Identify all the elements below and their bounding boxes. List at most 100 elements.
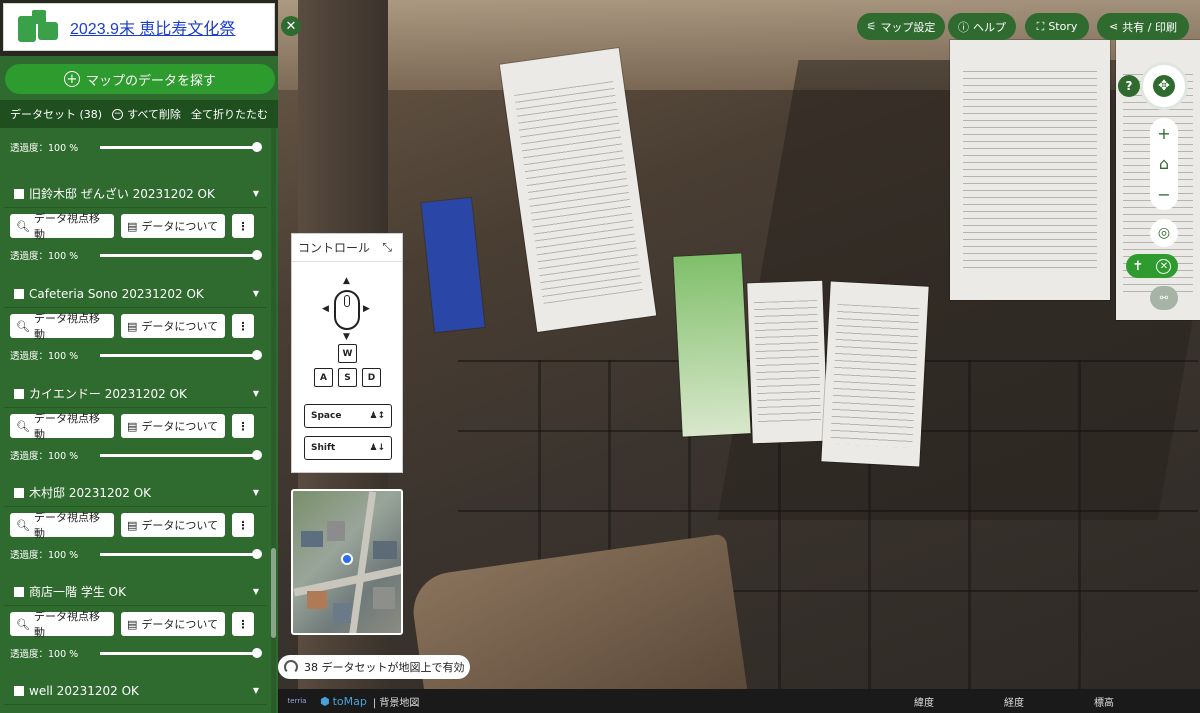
basemap-attribution[interactable]: | 背景地図 [373,694,420,709]
terria-logo[interactable]: terria [282,697,312,705]
dataset-visibility-checkbox[interactable] [14,388,24,399]
opacity-slider[interactable] [100,548,262,559]
compass-center[interactable]: ✥ [1153,75,1175,97]
chevron-down-icon[interactable]: ▼ [253,389,259,398]
chevron-down-icon[interactable]: ▼ [253,686,259,695]
opacity-slider[interactable] [100,449,262,460]
longitude-label: 経度 [1004,697,1024,709]
pedestrian-icon: ✝ [1132,258,1144,274]
dataset-visibility-checkbox[interactable] [14,586,24,597]
chevron-down-icon[interactable]: ▼ [253,488,259,497]
tomap-logo[interactable]: ⬢ toMap [320,695,367,708]
sidebar-scrollbar[interactable] [271,128,276,713]
dataset-list[interactable]: 透過度：100 % 旧鈴木邸 ぜんざい 20231202 OK ▼ 🔍︎ データ視… [0,128,270,713]
collapse-icon[interactable]: ⤡ [382,240,392,255]
dataset-card-header[interactable]: 旧鈴木邸 ぜんざい 20231202 OK ▼ [4,180,267,208]
opacity-label: 透過度：100 % [10,451,79,462]
pedestrian-mode-toggle[interactable]: ✝ ✕ [1126,254,1178,278]
more-vert-icon[interactable]: ⋮ [232,513,254,537]
about-data-button[interactable]: ▤ データについて [121,513,225,537]
close-icon[interactable]: ✕ [281,16,301,36]
comment-icon: ▤ [127,419,138,433]
dataset-card-header[interactable]: 木村邸 20231202 OK ▼ [4,479,267,507]
map-3d-view[interactable] [278,0,1200,713]
opacity-slider[interactable] [100,249,262,260]
clear-all-label: すべて削除 [127,108,181,121]
locate-icon[interactable]: ◎ [1150,219,1178,247]
controls-title: コントロール [298,241,371,255]
more-vert-icon[interactable]: ⋮ [232,612,254,636]
dataset-card-header[interactable]: well 20231202 OK ▼ [4,677,267,705]
tomap-label: toMap [332,694,367,708]
scrollbar-thumb[interactable] [271,548,276,638]
more-vert-icon[interactable]: ⋮ [232,214,254,238]
opacity-slider-knob[interactable] [252,349,262,360]
zoom-out-icon[interactable]: − [1157,185,1170,204]
close-icon[interactable]: ✕ [1156,258,1172,274]
dataset-name: カイエンドー 20231202 OK [29,387,187,401]
zoom-to-data-button[interactable]: 🔍︎ データ視点移動 [10,610,114,639]
zoom-in-icon[interactable]: + [1157,124,1170,143]
zoom-to-data-button[interactable]: 🔍︎ データ視点移動 [10,212,114,241]
opacity-slider[interactable] [100,141,262,152]
story-icon: ⛶ [1036,19,1045,33]
dataset-visibility-checkbox[interactable] [14,487,24,498]
about-data-button[interactable]: ▤ データについて [121,314,225,338]
collapse-all-button[interactable]: 全て折りたたむ [191,106,268,122]
about-data-button[interactable]: ▤ データについて [121,414,225,438]
active-datasets-status[interactable]: 38 データセットが地図上で有効 [278,655,470,679]
measure-icon[interactable]: ⚯ [1150,286,1178,310]
page-title-link[interactable]: 2023.9末 恵比寿文化祭 [70,15,235,39]
chevron-down-icon[interactable]: ▼ [253,189,259,198]
dataset-card-partial: 透過度：100 % [4,128,267,158]
dataset-card-header[interactable]: Cafeteria Sono 20231202 OK ▼ [4,280,267,308]
map-settings-button[interactable]: ⚟ マップ設定 [857,13,945,40]
share-icon: ⋖ [1109,20,1119,33]
chevron-down-icon[interactable]: ▼ [253,587,259,596]
scene-poster [673,253,751,437]
zoom-to-data-button[interactable]: 🔍︎ データ視点移動 [10,412,114,441]
zoom-to-data-label: データ視点移動 [33,212,100,241]
more-vert-icon[interactable]: ⋮ [232,314,254,338]
dataset-name: 旧鈴木邸 ぜんざい 20231202 OK [29,187,215,201]
sidebar: + マップのデータを探す データセット (38) − すべて削除 全て折りたたむ [0,56,278,713]
find-data-label: マップのデータを探す [85,73,216,89]
opacity-slider-knob[interactable] [252,141,262,152]
help-button[interactable]: ⓘ ヘルプ [948,13,1016,40]
find-map-data-button[interactable]: + マップのデータを探す [5,64,275,94]
more-vert-icon[interactable]: ⋮ [232,414,254,438]
share-print-button[interactable]: ⋖ 共有 / 印刷 [1097,13,1189,40]
about-data-button[interactable]: ▤ データについて [121,214,225,238]
story-button[interactable]: ⛶ Story [1025,13,1089,40]
scene-poster [499,47,657,333]
dataset-visibility-checkbox[interactable] [14,288,24,299]
zoom-to-data-button[interactable]: 🔍︎ データ視点移動 [10,312,114,341]
opacity-slider[interactable] [100,349,262,360]
about-data-button[interactable]: ▤ データについて [121,612,225,636]
dataset-visibility-checkbox[interactable] [14,685,24,696]
opacity-slider-knob[interactable] [252,647,262,658]
dataset-card-header[interactable]: 商店一階 学生 OK ▼ [4,578,267,606]
dataset-card: well 20231202 OK ▼ [4,677,267,705]
opacity-slider[interactable] [100,647,262,658]
help-question-button[interactable]: ? [1118,75,1140,97]
compass-icon[interactable]: ✥ [1140,62,1188,110]
signal-icon [284,660,298,674]
opacity-slider-knob[interactable] [252,548,262,559]
zoom-to-data-button[interactable]: 🔍︎ データ視点移動 [10,511,114,540]
clear-all-button[interactable]: − すべて削除 [112,106,181,122]
shift-label: Shift [311,443,336,453]
minimap[interactable] [291,489,403,635]
arrow-left-icon: ◀ [322,304,329,314]
chevron-down-icon[interactable]: ▼ [253,289,259,298]
dataset-count: データセット (38) [10,108,103,121]
opacity-slider-knob[interactable] [252,449,262,460]
scene-poster [950,40,1110,300]
dataset-name: 商店一階 学生 OK [29,585,126,599]
home-icon[interactable]: ⌂ [1159,154,1169,173]
opacity-label: 透過度：100 % [10,143,79,154]
opacity-slider-knob[interactable] [252,249,262,260]
dataset-card-header[interactable]: カイエンドー 20231202 OK ▼ [4,380,267,408]
zoom-to-data-label: データ視点移動 [33,412,100,441]
dataset-visibility-checkbox[interactable] [14,188,24,199]
